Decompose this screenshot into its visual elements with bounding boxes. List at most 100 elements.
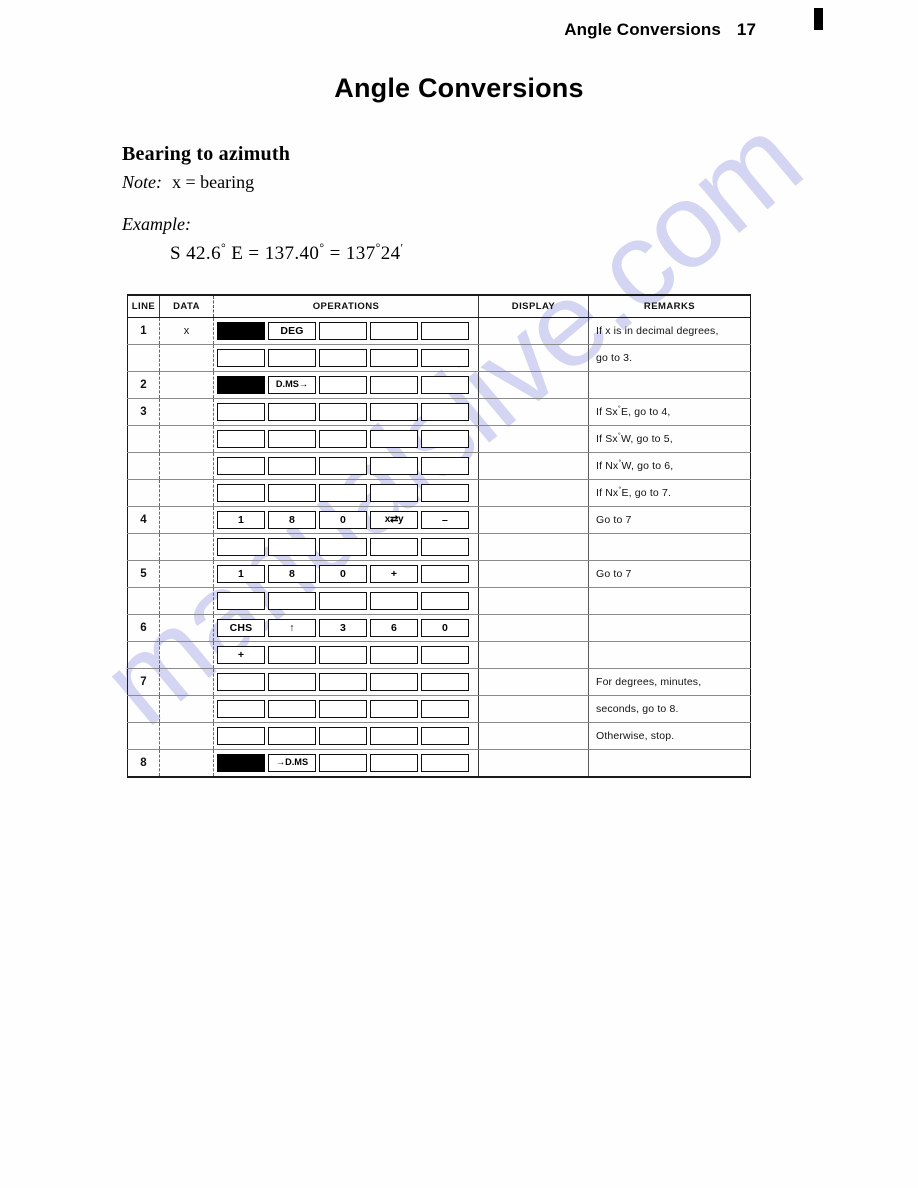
calculator-key-blank[interactable]	[421, 322, 469, 340]
calculator-key-blank[interactable]	[421, 754, 469, 772]
calculator-key-blank[interactable]	[421, 727, 469, 745]
calculator-key-blank[interactable]	[319, 592, 367, 610]
calculator-key-blank[interactable]	[370, 646, 418, 664]
calculator-key-blank[interactable]	[319, 403, 367, 421]
calculator-key-[interactable]: +	[217, 646, 265, 664]
calculator-key-blank[interactable]	[217, 403, 265, 421]
calculator-key-blank[interactable]	[370, 322, 418, 340]
cell-display	[478, 344, 589, 372]
key-strip: 1 8 0 +	[217, 561, 476, 587]
calculator-key-[interactable]: –	[421, 511, 469, 529]
calculator-key-blank[interactable]	[421, 565, 469, 583]
calculator-key-blank[interactable]	[268, 700, 316, 718]
calculator-key-blank[interactable]	[421, 646, 469, 664]
cell-display	[478, 668, 589, 696]
calculator-key-blank[interactable]	[217, 538, 265, 556]
document-page: manualslive.com Angle Conversions 17 Angl…	[0, 0, 918, 1188]
calculator-key-1[interactable]: 1	[217, 565, 265, 583]
calculator-key-blank[interactable]	[217, 592, 265, 610]
calculator-key-blank[interactable]	[268, 403, 316, 421]
calculator-key-blank[interactable]	[421, 430, 469, 448]
running-head: Angle Conversions 17	[0, 20, 756, 40]
calculator-key-blank[interactable]	[319, 457, 367, 475]
calculator-key-blank[interactable]	[370, 430, 418, 448]
cell-operations	[213, 668, 479, 696]
calculator-key-blank[interactable]	[319, 646, 367, 664]
calculator-key-blank[interactable]	[217, 430, 265, 448]
calculator-key-blank[interactable]	[319, 349, 367, 367]
calculator-key-blank[interactable]	[421, 700, 469, 718]
calculator-key-blank[interactable]	[370, 538, 418, 556]
cell-data	[159, 695, 214, 723]
calculator-key-blank[interactable]	[319, 673, 367, 691]
calculator-key-blank[interactable]	[421, 457, 469, 475]
calculator-key-[interactable]: +	[370, 565, 418, 583]
calculator-key-blank[interactable]	[319, 727, 367, 745]
calculator-key-blank[interactable]	[319, 430, 367, 448]
calculator-key-blank[interactable]	[268, 538, 316, 556]
calculator-key-blank[interactable]	[370, 484, 418, 502]
calculator-key-blank[interactable]	[319, 754, 367, 772]
calculator-key-blank[interactable]	[421, 349, 469, 367]
calculator-key-blank[interactable]	[370, 349, 418, 367]
calculator-key-blank[interactable]	[268, 457, 316, 475]
calculator-key-blank[interactable]	[421, 376, 469, 394]
calculator-key-filled[interactable]	[217, 376, 265, 394]
calculator-key-3[interactable]: 3	[319, 619, 367, 637]
calculator-key-blank[interactable]	[268, 727, 316, 745]
calculator-key-blank[interactable]	[370, 376, 418, 394]
calculator-key-blank[interactable]	[268, 484, 316, 502]
calculator-key-blank[interactable]	[370, 673, 418, 691]
calculator-key-deg[interactable]: DEG	[268, 322, 316, 340]
calculator-key-blank[interactable]	[370, 457, 418, 475]
cell-line-number: 7	[127, 668, 160, 696]
calculator-key-blank[interactable]	[319, 700, 367, 718]
calculator-key-blank[interactable]	[370, 727, 418, 745]
cell-display	[478, 614, 589, 642]
calculator-key-blank[interactable]	[421, 538, 469, 556]
calculator-key-d-ms[interactable]: →D.MS	[268, 754, 316, 772]
example-bearing: S 42.6	[170, 243, 221, 264]
calculator-key-blank[interactable]	[370, 592, 418, 610]
calculator-key-blank[interactable]	[268, 673, 316, 691]
calculator-key-blank[interactable]	[370, 403, 418, 421]
calculator-key-blank[interactable]	[268, 349, 316, 367]
calculator-key-0[interactable]: 0	[319, 565, 367, 583]
calculator-key-blank[interactable]	[217, 457, 265, 475]
section-heading: Bearing to azimuth	[122, 142, 291, 165]
calculator-key-blank[interactable]	[268, 646, 316, 664]
calculator-key-blank[interactable]	[319, 322, 367, 340]
calculator-key-blank[interactable]	[268, 592, 316, 610]
calculator-key-filled[interactable]	[217, 754, 265, 772]
calculator-key-6[interactable]: 6	[370, 619, 418, 637]
calculator-key-8[interactable]: 8	[268, 511, 316, 529]
calculator-key-d-ms[interactable]: D.MS→	[268, 376, 316, 394]
calculator-key-filled[interactable]	[217, 322, 265, 340]
cell-data	[159, 749, 214, 777]
calculator-key-[interactable]: ↑	[268, 619, 316, 637]
calculator-key-blank[interactable]	[217, 727, 265, 745]
calculator-key-blank[interactable]	[319, 538, 367, 556]
calculator-key-blank[interactable]	[268, 430, 316, 448]
calculator-key-blank[interactable]	[319, 484, 367, 502]
cell-operations	[213, 533, 479, 561]
calculator-key-blank[interactable]	[421, 484, 469, 502]
calculator-key-blank[interactable]	[421, 592, 469, 610]
calculator-key-blank[interactable]	[421, 673, 469, 691]
calculator-key-1[interactable]: 1	[217, 511, 265, 529]
calculator-key-8[interactable]: 8	[268, 565, 316, 583]
calculator-key-x-y[interactable]: x⇄y	[370, 511, 418, 529]
calculator-key-0[interactable]: 0	[421, 619, 469, 637]
cell-operations	[213, 452, 479, 480]
calculator-key-blank[interactable]	[217, 673, 265, 691]
calculator-key-0[interactable]: 0	[319, 511, 367, 529]
calculator-key-chs[interactable]: CHS	[217, 619, 265, 637]
calculator-key-blank[interactable]	[217, 700, 265, 718]
calculator-key-blank[interactable]	[421, 403, 469, 421]
calculator-key-blank[interactable]	[370, 754, 418, 772]
calculator-key-blank[interactable]	[319, 376, 367, 394]
calculator-key-blank[interactable]	[217, 349, 265, 367]
cell-data	[159, 344, 214, 372]
calculator-key-blank[interactable]	[217, 484, 265, 502]
calculator-key-blank[interactable]	[370, 700, 418, 718]
